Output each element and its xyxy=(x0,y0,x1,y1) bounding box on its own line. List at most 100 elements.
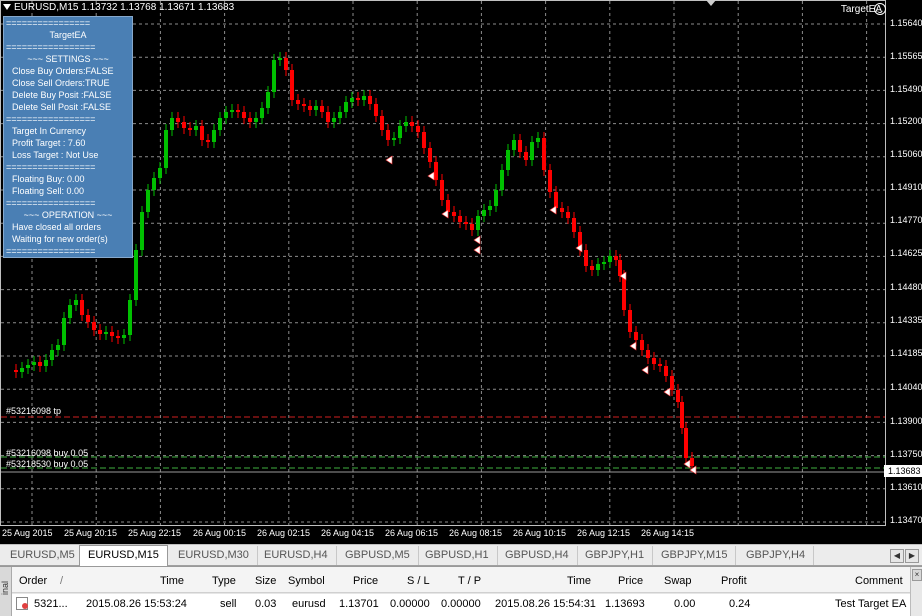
candle-body xyxy=(350,98,354,102)
col-header-open-time[interactable]: Time xyxy=(160,575,184,587)
tab-gbpusd-m5[interactable]: GBPUSD,M5 xyxy=(337,546,419,565)
order-line-label-buy[interactable]: #53216098 buy 0.05 xyxy=(6,448,88,458)
panel-line: ================= xyxy=(6,42,96,52)
candle-body xyxy=(284,58,288,70)
col-header-size[interactable]: Size xyxy=(255,575,276,587)
sort-indicator: / xyxy=(60,575,64,587)
col-header-swap[interactable]: Swap xyxy=(664,575,692,587)
col-header-close-time[interactable]: Time xyxy=(567,575,591,587)
candle-body xyxy=(332,118,336,122)
cell-sl: 0.00000 xyxy=(390,598,430,610)
candle-body xyxy=(212,130,216,142)
order-line-label-tp[interactable]: #53216098 tp xyxy=(6,406,61,416)
tab-gbpjpy-m15[interactable]: GBPJPY,M15 xyxy=(653,546,737,565)
tab-gbpusd-h1[interactable]: GBPUSD,H1 xyxy=(417,546,498,565)
col-header-symbol[interactable]: Symbol xyxy=(288,575,325,587)
tab-gbpjpy-h1[interactable]: GBPJPY,H1 xyxy=(577,546,654,565)
tab-scroll-left-icon[interactable]: ◀ xyxy=(890,549,904,563)
candle-body xyxy=(68,305,72,318)
panel-line: Loss Target : Not Use xyxy=(12,150,99,160)
candle-body xyxy=(652,358,656,364)
col-header-sl[interactable]: S / L xyxy=(407,575,430,587)
one-click-toggle-icon[interactable] xyxy=(706,0,716,6)
trade-row[interactable]: 5321... 2015.08.26 15:53:24 sell 0.03 eu… xyxy=(12,593,910,613)
chart-symbol-info: EURUSD,M15 1.13732 1.13768 1.13671 1.136… xyxy=(14,2,235,13)
col-header-comment[interactable]: Comment xyxy=(855,575,903,587)
candle-body xyxy=(338,112,342,118)
cell-tp: 0.00000 xyxy=(441,598,481,610)
candle-body xyxy=(158,168,162,178)
trade-arrow-icon xyxy=(641,365,649,375)
col-header-close-price[interactable]: Price xyxy=(618,575,643,587)
candle-body xyxy=(434,162,438,180)
candle-body xyxy=(110,332,114,336)
cell-profit: 0.24 xyxy=(729,598,751,610)
trade-arrow-icon xyxy=(441,209,449,219)
tab-eurusd-m15[interactable]: EURUSD,M15 xyxy=(79,545,168,566)
close-icon[interactable]: × xyxy=(912,569,922,581)
candle-body xyxy=(646,350,650,358)
candle-body xyxy=(140,212,144,250)
panel-line: Target In Currency xyxy=(12,126,87,136)
candle-body xyxy=(530,142,534,160)
price-axis-label: 1.14185 xyxy=(890,348,922,358)
tab-gbpusd-h4[interactable]: GBPUSD,H4 xyxy=(497,546,578,565)
candle-body xyxy=(206,140,210,142)
candle-body xyxy=(506,150,510,170)
candle-body xyxy=(464,222,468,224)
tab-eurusd-h4[interactable]: EURUSD,H4 xyxy=(256,546,337,565)
tab-eurusd-m30[interactable]: EURUSD,M30 xyxy=(170,546,258,565)
candle-body xyxy=(494,190,498,206)
time-axis-label: 25 Aug 20:15 xyxy=(64,528,118,538)
candle-body xyxy=(374,104,378,116)
col-header-profit[interactable]: Profit xyxy=(721,575,747,587)
price-chart[interactable]: EURUSD,M15 1.13732 1.13768 1.13671 1.136… xyxy=(0,0,922,544)
candle-body xyxy=(308,106,312,110)
tab-gbpjpy-h4[interactable]: GBPJPY,H4 xyxy=(738,546,815,565)
candle-body xyxy=(224,112,228,118)
candle-body xyxy=(452,212,456,216)
col-header-tp[interactable]: T / P xyxy=(458,575,481,587)
candle-body xyxy=(266,92,270,108)
tab-scroll-right-icon[interactable]: ▶ xyxy=(905,549,919,563)
ea-smiley-icon[interactable] xyxy=(874,3,886,15)
candle-body xyxy=(32,362,36,365)
candle-body xyxy=(542,138,546,170)
candle-body xyxy=(56,345,60,350)
candle-body xyxy=(398,126,402,138)
cell-size: 0.03 xyxy=(255,598,277,610)
candle-body xyxy=(314,106,318,110)
candle-body xyxy=(26,365,30,368)
candle-body xyxy=(176,118,180,122)
time-axis-label: 25 Aug 2015 xyxy=(2,528,53,538)
terminal-side-strip[interactable]: inal xyxy=(0,567,12,616)
price-axis-label: 1.14480 xyxy=(890,282,922,292)
candle-body xyxy=(608,256,612,262)
col-header-open-price[interactable]: Price xyxy=(353,575,378,587)
candle-body xyxy=(410,122,414,126)
candle-body xyxy=(572,218,576,232)
candle-body xyxy=(356,98,360,100)
chart-frame xyxy=(0,0,886,526)
col-header-type[interactable]: Type xyxy=(212,575,236,587)
tab-eurusd-m5[interactable]: EURUSD,M5 xyxy=(2,546,84,565)
terminal-scrollbar[interactable]: × xyxy=(910,567,922,616)
dropdown-triangle-icon[interactable] xyxy=(3,4,11,11)
time-axis-label: 25 Aug 22:15 xyxy=(128,528,182,538)
panel-line: ================= xyxy=(6,114,96,124)
candle-body xyxy=(290,70,294,100)
candle-body xyxy=(218,118,222,130)
terminal-panel: inal Order / Time Type Size Symbol Price… xyxy=(0,566,922,616)
candle-body xyxy=(680,402,684,428)
candle-body xyxy=(14,370,18,372)
candle-body xyxy=(20,368,24,372)
price-axis-label: 1.14335 xyxy=(890,315,922,325)
candle-body xyxy=(260,108,264,118)
order-line-label-buy[interactable]: #53218530 buy 0.05 xyxy=(6,459,88,469)
candle-body xyxy=(684,428,688,458)
candle-body xyxy=(344,102,348,112)
candle-body xyxy=(416,126,420,132)
trade-arrow-icon xyxy=(473,245,481,255)
panel-section-settings: ~~~ SETTINGS ~~~ xyxy=(27,54,109,64)
col-header-order[interactable]: Order xyxy=(19,575,47,587)
